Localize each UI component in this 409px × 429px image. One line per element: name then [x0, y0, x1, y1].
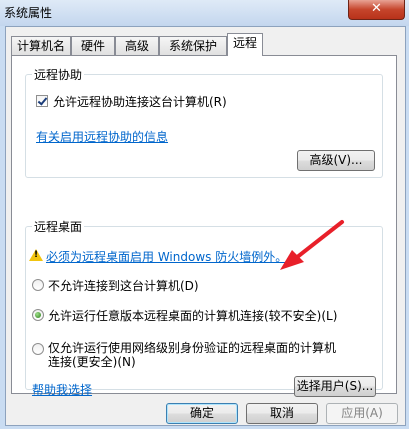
firewall-exception-link[interactable]: 必须为远程桌面启用 Windows 防火墙例外。 — [46, 248, 287, 265]
tab-label: 计算机名 — [16, 39, 65, 53]
tab-hardware[interactable]: 硬件 — [71, 36, 115, 55]
allow-nla-label-line2[interactable]: 连接(更安全)(N) — [48, 353, 136, 370]
remote-assistance-info-link[interactable]: 有关启用远程协助的信息 — [36, 128, 168, 145]
tab-label: 远程 — [232, 36, 257, 50]
tab-panel-remote: 远程协助 允许远程协助连接这台计算机(R) 有关启用远程协助的信息 高级(V).… — [11, 55, 397, 397]
allow-remote-assistance-checkbox[interactable] — [36, 95, 48, 107]
title-bar: 系统属性 ✕ — [0, 0, 409, 26]
remote-assistance-legend: 远程协助 — [32, 66, 85, 83]
radio-disallow-connections[interactable] — [32, 279, 44, 291]
tab-computer-name[interactable]: 计算机名 — [11, 36, 71, 55]
close-icon: ✕ — [371, 1, 382, 16]
close-button[interactable]: ✕ — [348, 0, 405, 20]
select-users-button[interactable]: 选择用户(S)... — [294, 376, 376, 397]
allow-remote-assistance-label[interactable]: 允许远程协助连接这台计算机(R) — [53, 93, 227, 110]
cancel-button[interactable]: 取消 — [246, 403, 318, 424]
ok-button[interactable]: 确定 — [166, 403, 238, 424]
apply-button[interactable]: 应用(A) — [326, 403, 398, 424]
tab-system-protection[interactable]: 系统保护 — [159, 36, 227, 55]
window-title: 系统属性 — [4, 6, 53, 20]
annotation-arrow — [280, 220, 344, 270]
warning-icon — [29, 249, 43, 261]
radio-allow-any-version[interactable] — [32, 309, 44, 321]
remote-assistance-group: 远程协助 允许远程协助连接这台计算机(R) 有关启用远程协助的信息 高级(V).… — [25, 66, 383, 178]
tab-label: 硬件 — [80, 39, 105, 53]
tab-advanced[interactable]: 高级 — [115, 36, 159, 55]
radio-allow-nla-only[interactable] — [32, 343, 44, 355]
allow-any-version-label[interactable]: 允许运行任意版本远程桌面的计算机连接(较不安全)(L) — [48, 307, 337, 324]
advanced-button[interactable]: 高级(V)... — [297, 150, 375, 171]
tab-label: 系统保护 — [168, 39, 217, 53]
dialog-client-area: 计算机名 硬件 高级 系统保护 远程 远程协助 允许远程协助连接这台计算机(R)… — [5, 26, 406, 426]
tab-label: 高级 — [124, 39, 149, 53]
help-me-choose-link[interactable]: 帮助我选择 — [32, 381, 92, 398]
disallow-connections-label[interactable]: 不允许连接到这台计算机(D) — [48, 277, 199, 294]
tab-remote[interactable]: 远程 — [227, 33, 263, 56]
remote-desktop-legend: 远程桌面 — [32, 218, 85, 235]
